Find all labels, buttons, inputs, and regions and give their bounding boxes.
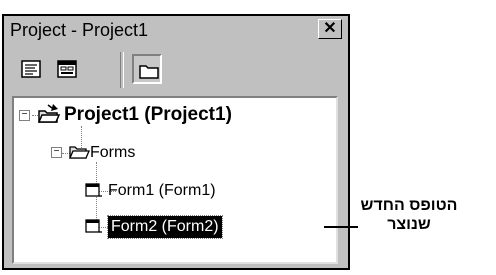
toolbar-separator [120,52,124,88]
title-bar[interactable]: Project - Project1 ✕ [4,16,348,44]
tree-item-forms[interactable]: Forms [90,142,135,164]
window-title: Project - Project1 [10,20,149,40]
tree-item-form2-selected[interactable]: Form2 (Form2) [107,215,223,239]
toggle-folders-button[interactable] [132,54,162,84]
view-object-button[interactable] [52,54,82,84]
expand-project-toggle[interactable]: − [19,110,30,121]
folder-icon [139,65,159,79]
expand-forms-toggle[interactable]: − [51,147,62,158]
project-tree[interactable]: − Project1 (Project1) − Forms Form1 (For… [12,96,338,264]
close-icon: ✕ [323,20,337,37]
form-icon [85,183,102,197]
tree-item-form1[interactable]: Form1 (Form1) [108,180,216,202]
open-folder-icon [69,146,90,159]
form-icon [85,219,102,233]
view-code-button[interactable] [16,54,46,84]
project-explorer-window: Project - Project1 ✕ − Project1 (Project… [2,14,350,270]
callout-label: הטופס החדש שנוצר [360,196,458,234]
toolbar [4,46,348,94]
tree-item-project[interactable]: Project1 (Project1) [64,104,232,126]
callout-pointer-line [324,226,358,228]
callout-line-1: הטופס החדש [360,197,458,214]
project-icon [37,104,61,123]
callout-line-2: שנוצר [387,216,431,233]
close-button[interactable]: ✕ [318,19,342,39]
view-code-icon [21,60,41,78]
view-object-icon [57,60,77,78]
